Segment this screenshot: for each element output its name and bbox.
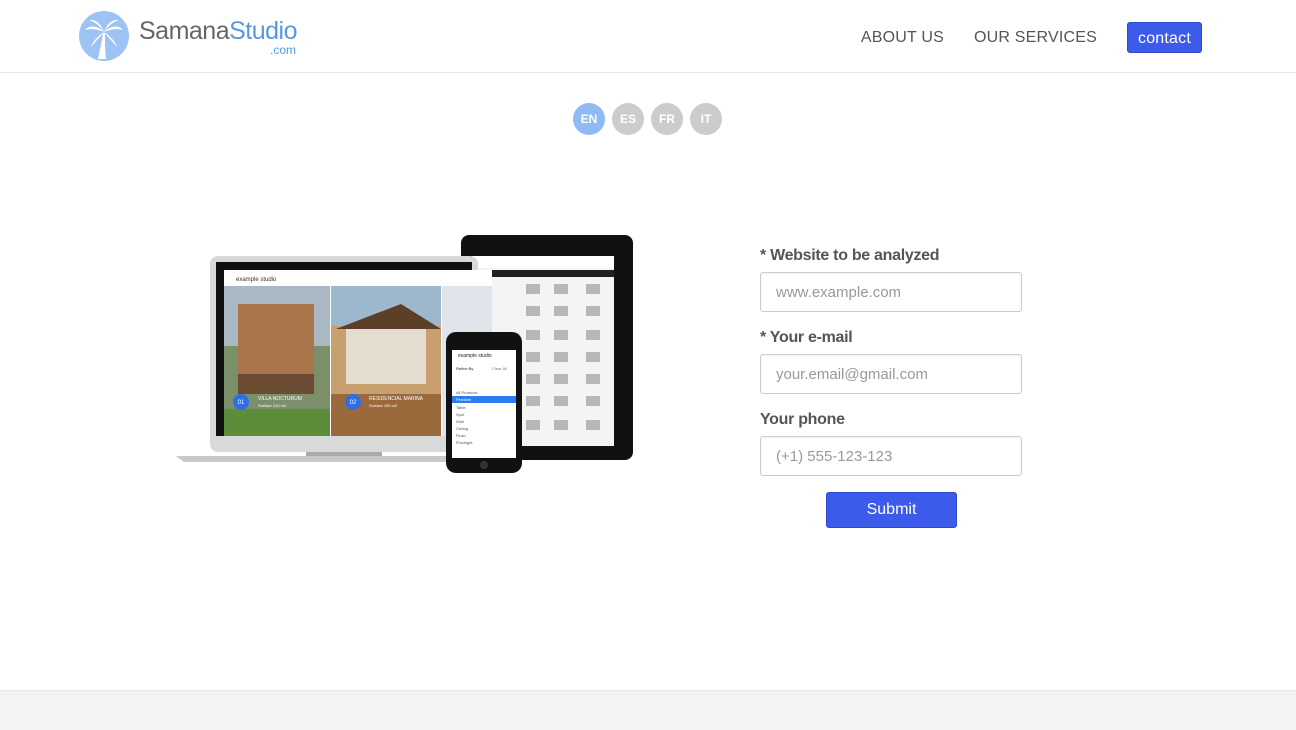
slide1-title: VILLA NOCTURUM (258, 396, 302, 402)
devices-illustration: example studio 01 VILLA NOCTURUM Surface… (176, 234, 636, 476)
phone-clear: Clear All (492, 366, 507, 371)
phone-item-7: Floorlight (456, 440, 473, 445)
language-switcher: EN ES FR IT (573, 103, 729, 135)
phone-item-5: Ceiling (456, 426, 468, 431)
lang-en[interactable]: EN (573, 103, 605, 135)
website-label: * Website to be analyzed (760, 247, 940, 264)
nav-our-services[interactable]: OUR SERVICES (974, 23, 1097, 53)
laptop-brand: example studio (236, 277, 277, 283)
nav-contact-button[interactable]: contact (1127, 22, 1202, 53)
phone-item-4: Wall (456, 419, 464, 424)
brand-name-part1: Samana (139, 17, 230, 45)
slide2-title: RESIDENCIAL MARINA (369, 396, 424, 402)
phone-item-6: Flush (456, 433, 466, 438)
main-nav: ABOUT US OUR SERVICES contact (861, 22, 1202, 53)
logo[interactable]: SamanaStudio .com (79, 11, 298, 61)
slide1-number: 01 (238, 400, 245, 406)
slide2-number: 02 (350, 400, 357, 406)
logo-wordmark: SamanaStudio .com (139, 16, 298, 57)
brand-name-part2: Studio (229, 17, 298, 45)
devices-mockup-image: example studio 01 VILLA NOCTURUM Surface… (176, 235, 633, 473)
analysis-form: * Website to be analyzed * Your e-mail Y… (760, 244, 1024, 528)
email-label: * Your e-mail (760, 329, 853, 346)
slide2-sub: Surface 150 m2 (369, 403, 398, 408)
slide1-sub: Surface 210 m2 (258, 403, 287, 408)
email-input[interactable] (760, 354, 1022, 394)
phone-input[interactable] (760, 436, 1022, 476)
phone-brand: example studio (458, 353, 492, 359)
nav-about-us[interactable]: ABOUT US (861, 23, 944, 53)
submit-button[interactable]: Submit (826, 492, 957, 528)
website-input[interactable] (760, 272, 1022, 312)
lang-es[interactable]: ES (612, 103, 644, 135)
lang-fr[interactable]: FR (651, 103, 683, 135)
phone-label: Your phone (760, 411, 845, 428)
phone-item-1: Pendant (456, 397, 472, 402)
phone-refine: Refine By (456, 366, 473, 371)
phone-item-2: Table (456, 405, 466, 410)
phone-item-3: Spot (456, 412, 465, 417)
palm-tree-icon (79, 11, 129, 61)
phone-item-0: All Products (456, 390, 477, 395)
brand-tld: .com (270, 43, 297, 57)
footer-band (0, 690, 1296, 730)
site-header: SamanaStudio .com ABOUT US OUR SERVICES … (0, 0, 1296, 73)
lang-it[interactable]: IT (690, 103, 722, 135)
